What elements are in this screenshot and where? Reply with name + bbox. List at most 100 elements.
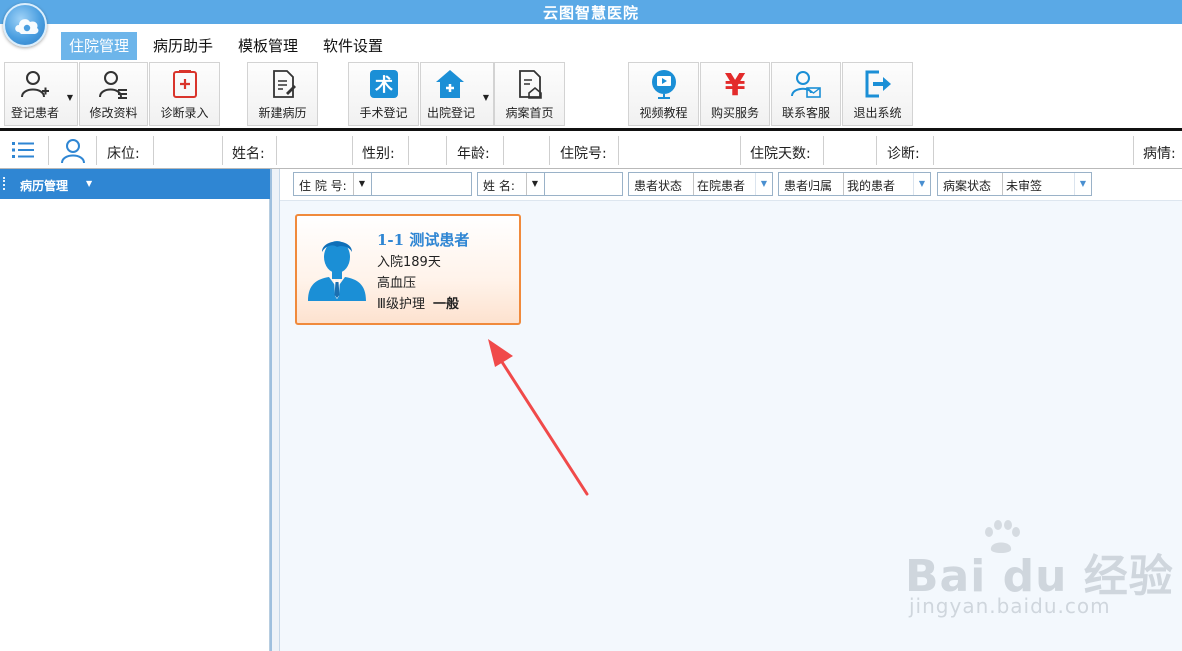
separator [352, 136, 353, 165]
record-status-select[interactable]: 病案状态 未审签 ▼ [937, 172, 1092, 196]
contact-support-label: 联系客服 [781, 106, 830, 120]
separator [933, 136, 934, 165]
separator [843, 173, 844, 195]
diagnosis-label: 诊断: [887, 146, 920, 162]
patient-care-row: Ⅲ级护理 一般 [377, 293, 459, 312]
separator [740, 136, 741, 165]
admission-no-input[interactable] [371, 172, 472, 196]
watermark-url: jingyan.baidu.com [909, 594, 1111, 618]
patient-condition: 一般 [432, 297, 459, 312]
chevron-down-icon[interactable]: ▼ [913, 173, 930, 195]
edit-info-button[interactable]: 修改资料 [79, 62, 148, 126]
new-record-label: 新建病历 [258, 106, 307, 120]
list-icon[interactable] [12, 141, 34, 159]
new-document-icon [272, 70, 296, 98]
admission-no-filter-label: 住 院 号: [299, 179, 347, 193]
separator [1002, 173, 1003, 195]
buy-service-label: 购买服务 [710, 106, 759, 120]
name-filter-label: 姓 名: [483, 179, 515, 193]
app-logo-icon[interactable] [3, 3, 47, 47]
title-bar: 云图智慧医院 [0, 0, 1182, 24]
register-patient-button[interactable]: 登记患者 ▼ [4, 62, 78, 126]
dropdown-arrow-icon[interactable]: ▼ [483, 93, 489, 102]
toolbar-divider [0, 128, 1182, 131]
dropdown-arrow-icon[interactable]: ▼ [67, 93, 73, 102]
chevron-down-icon[interactable]: ▼ [526, 173, 543, 195]
chevron-down-icon[interactable]: ▼ [353, 173, 370, 195]
discharge-register-label: 出院登记 [427, 106, 476, 120]
contact-support-button[interactable]: 联系客服 [771, 62, 841, 126]
menu-software-settings[interactable]: 软件设置 [315, 33, 391, 59]
add-user-icon [21, 71, 49, 98]
discharge-register-button[interactable]: 出院登记 ▼ [420, 62, 494, 126]
patient-owner-select[interactable]: 患者归属 我的患者 ▼ [778, 172, 931, 196]
separator [618, 136, 619, 165]
panel-title: 病历管理 [20, 179, 69, 193]
video-tutorial-button[interactable]: 视频教程 [628, 62, 699, 126]
medical-report-icon [172, 70, 197, 98]
price-icon-glyph: ¥ [725, 69, 746, 99]
surgery-icon-glyph: 术 [375, 74, 393, 96]
patient-status-label: 患者状态 [634, 179, 683, 193]
hospital-home-icon [436, 70, 464, 98]
patient-care-level: Ⅲ级护理 [377, 297, 425, 312]
record-status-value: 未审签 [1006, 179, 1043, 193]
surgery-icon: 术 [369, 70, 398, 98]
diagnosis-entry-label: 诊断录入 [160, 106, 209, 120]
video-tutorial-label: 视频教程 [639, 106, 688, 120]
record-status-label: 病案状态 [943, 179, 992, 193]
record-home-icon [518, 70, 542, 99]
patient-status-select[interactable]: 患者状态 在院患者 ▼ [628, 172, 773, 196]
stay-days-label: 住院天数: [750, 146, 811, 162]
name-label: 姓名: [232, 146, 265, 162]
buy-service-button[interactable]: ¥ 购买服务 [700, 62, 770, 126]
record-homepage-label: 病案首页 [505, 106, 554, 120]
surgery-register-button[interactable]: 术 手术登记 [348, 62, 419, 126]
separator [408, 136, 409, 165]
edit-info-label: 修改资料 [89, 106, 138, 120]
panel-splitter[interactable] [270, 169, 280, 651]
support-mail-icon [791, 71, 821, 98]
exit-icon [865, 70, 891, 98]
menu-bar: 住院管理 病历助手 模板管理 软件设置 [0, 24, 1182, 60]
edit-user-icon [98, 71, 127, 99]
separator [222, 136, 223, 165]
menu-inpatient-management[interactable]: 住院管理 [61, 32, 138, 60]
admission-no-label: 住院号: [560, 146, 607, 162]
chevron-down-icon[interactable]: ▼ [86, 179, 92, 188]
separator [549, 136, 550, 165]
record-management-panel: 病历管理 ▼ [0, 169, 270, 651]
separator [446, 136, 447, 165]
menu-record-assistant[interactable]: 病历助手 [145, 33, 221, 59]
exit-system-button[interactable]: 退出系统 [842, 62, 913, 126]
new-record-button[interactable]: 新建病历 [247, 62, 318, 126]
separator [153, 136, 154, 165]
bed-label: 床位: [107, 146, 140, 162]
age-label: 年龄: [457, 146, 490, 162]
drag-grip-icon[interactable] [3, 177, 6, 190]
separator [48, 136, 49, 165]
chevron-down-icon[interactable]: ▼ [755, 173, 772, 195]
separator [1133, 136, 1134, 165]
patient-status-value: 在院患者 [697, 179, 746, 193]
menu-template-management[interactable]: 模板管理 [230, 33, 306, 59]
patient-owner-label: 患者归属 [784, 179, 833, 193]
record-management-header[interactable]: 病历管理 ▼ [0, 169, 270, 199]
toolbar: 登记患者 ▼ 修改资料 诊断录入 新建病历 术 手术登记 出院登记 ▼ 病案首页… [0, 60, 1182, 128]
patient-card[interactable]: 1-1 测试患者 入院189天 高血压 Ⅲ级护理 一般 [295, 214, 521, 325]
patient-info-bar: 床位: 姓名: 性别: 年龄: 住院号: 住院天数: 诊断: 病情: [0, 133, 1182, 169]
surgery-register-label: 手术登记 [359, 106, 408, 120]
patient-diagnosis: 高血压 [377, 276, 417, 291]
separator [276, 136, 277, 165]
exit-system-label: 退出系统 [853, 106, 902, 120]
separator [693, 173, 694, 195]
diagnosis-entry-button[interactable]: 诊断录入 [149, 62, 220, 126]
condition-label: 病情: [1143, 146, 1176, 162]
record-homepage-button[interactable]: 病案首页 [494, 62, 565, 126]
user-avatar-icon [61, 139, 85, 164]
filter-bar: 住 院 号: ▼ 姓 名: ▼ 患者状态 在院患者 ▼ 患者归属 我的患者 ▼ … [280, 169, 1182, 201]
name-input[interactable] [544, 172, 623, 196]
patient-owner-value: 我的患者 [847, 179, 896, 193]
name-filter: 姓 名: ▼ [477, 172, 623, 196]
chevron-down-icon[interactable]: ▼ [1074, 173, 1091, 195]
